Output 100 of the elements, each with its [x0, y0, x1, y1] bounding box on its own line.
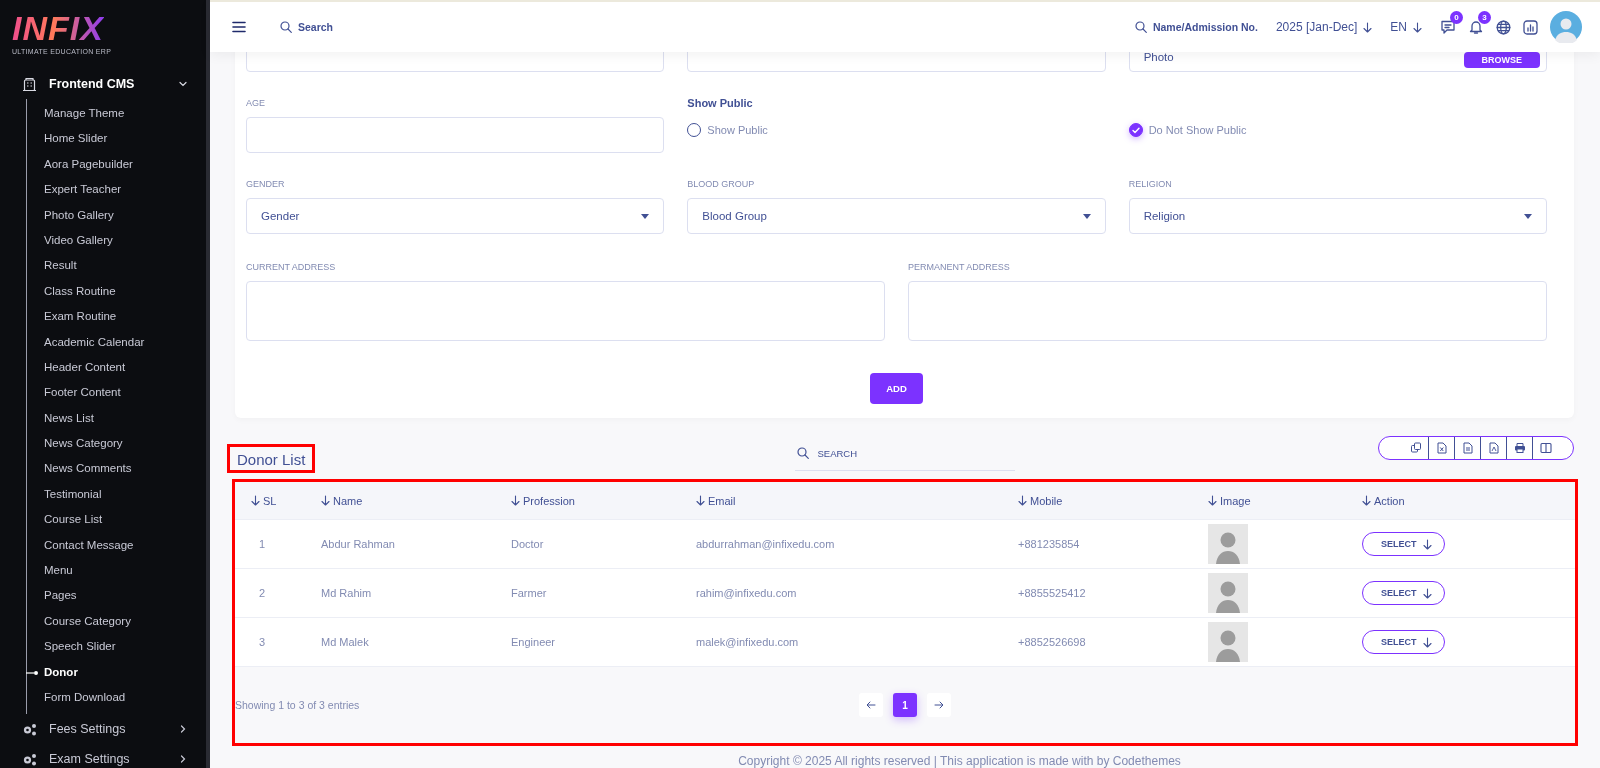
field-label: GENDER	[246, 178, 285, 191]
sidebar-submenu-item[interactable]: Expert Teacher	[27, 177, 206, 203]
arrow-down-icon	[1018, 495, 1027, 506]
copyright-text: Copyright © 2025 All rights reserved | This application is made with by Codethemes	[737, 754, 1182, 768]
chat-icon[interactable]	[1440, 19, 1456, 35]
column-header[interactable]: Image	[1208, 494, 1251, 507]
table-cell: Farmer	[511, 587, 547, 599]
sidebar-submenu-item[interactable]: News List	[27, 405, 206, 432]
chevron-icon	[178, 724, 188, 735]
person-silhouette-image	[1208, 573, 1248, 613]
sidebar-menu-item[interactable]: Frontend CMS	[0, 69, 206, 99]
sidebar-submenu-item[interactable]: Result	[27, 253, 206, 279]
menu-icon[interactable]	[232, 21, 246, 33]
column-header[interactable]: Profession	[511, 494, 575, 507]
table-search-field[interactable]: SEARCH	[794, 436, 1015, 471]
radio-option[interactable]: Show Public	[687, 123, 768, 137]
arrow-down-icon	[1422, 587, 1432, 599]
search-icon	[1134, 21, 1147, 33]
radio-option[interactable]: Do Not Show Public	[1128, 123, 1247, 137]
globe-icon[interactable]	[1496, 19, 1511, 35]
sidebar-submenu-item[interactable]: Aora Pagebuilder	[27, 151, 206, 178]
sidebar-menu-item[interactable]: Fees Settings	[0, 714, 206, 745]
select-button[interactable]: SELECT	[1362, 532, 1445, 556]
arrow-right-icon	[934, 701, 944, 709]
table-cell: Engineer	[511, 636, 556, 648]
page-button[interactable]: 1	[893, 693, 917, 717]
sidebar-submenu-item[interactable]: Manage Theme	[27, 101, 206, 127]
table-cell: +8852526698	[1018, 636, 1086, 648]
browse-button[interactable]: BROWSE	[1463, 52, 1540, 68]
column-header[interactable]: Action	[1362, 494, 1405, 507]
copy-icon[interactable]	[1409, 442, 1422, 454]
student-search-field[interactable]: Name/Admission No.	[1134, 21, 1258, 33]
arrow-down-icon	[1422, 636, 1432, 648]
sidebar-submenu-item[interactable]: Course Category	[27, 608, 206, 635]
person-silhouette-image	[1208, 524, 1248, 564]
select-button[interactable]: SELECT	[1362, 581, 1445, 605]
bell-icon[interactable]	[1468, 19, 1484, 35]
sidebar-submenu-item[interactable]: Home Slider	[27, 126, 206, 152]
arrow-down-icon	[696, 495, 705, 506]
caret-icon	[1082, 213, 1091, 219]
column-header[interactable]: Mobile	[1018, 494, 1063, 507]
dropdown-field[interactable]: Blood Group	[687, 198, 1106, 234]
field-label: CURRENT ADDRESS	[246, 261, 336, 274]
sidebar-submenu-item[interactable]: Form Download	[27, 685, 206, 711]
sidebar-submenu-item[interactable]: Donor	[27, 659, 206, 685]
sidebar-submenu-item[interactable]: Contact Message	[27, 532, 206, 559]
dropdown-field[interactable]: Religion	[1128, 198, 1547, 234]
gears-icon	[22, 721, 37, 737]
pdf-file-icon[interactable]	[1487, 442, 1500, 454]
caret-icon	[1524, 213, 1532, 219]
session-dropdown[interactable]: 2025 [Jan-Dec]	[1275, 20, 1373, 34]
sidebar-submenu-item[interactable]: News Comments	[27, 456, 206, 482]
sidebar-submenu-item[interactable]: Video Gallery	[27, 227, 206, 254]
sidebar-submenu-item[interactable]: Testimonial	[27, 481, 206, 508]
language-dropdown[interactable]: EN	[1390, 20, 1422, 34]
input-field[interactable]	[246, 117, 665, 153]
chart-icon[interactable]	[1523, 19, 1538, 35]
text-file-icon[interactable]	[1461, 442, 1474, 454]
active-marker-icon	[26, 670, 38, 675]
sidebar-submenu-item[interactable]: Menu	[27, 558, 206, 584]
arrow-down-icon	[251, 495, 260, 506]
columns-icon[interactable]	[1540, 442, 1552, 454]
sidebar-submenu-item[interactable]: Photo Gallery	[27, 202, 206, 228]
field-label: Show Public	[687, 96, 753, 110]
column-header[interactable]: Name	[321, 494, 363, 507]
sidebar-submenu-item[interactable]: Header Content	[27, 354, 206, 381]
count-badge: 0	[1450, 11, 1463, 24]
sidebar-submenu-item[interactable]: Footer Content	[27, 380, 206, 406]
textarea-field[interactable]	[246, 281, 885, 341]
sidebar-menu-item[interactable]: Exam Settings	[0, 744, 206, 768]
sidebar-submenu-item[interactable]: Pages	[27, 583, 206, 609]
search-field[interactable]: Search	[280, 21, 334, 33]
field-label: PERMANENT ADDRESS	[908, 261, 1010, 274]
arrow-down-icon	[1363, 21, 1373, 33]
table-cell: Md Malek	[321, 636, 369, 648]
arrow-down-icon	[511, 495, 520, 506]
sidebar-submenu-item[interactable]: News Category	[27, 431, 206, 457]
column-header[interactable]: SL	[251, 494, 277, 507]
add-button[interactable]: ADD	[870, 373, 923, 404]
arrow-left-icon	[866, 701, 876, 709]
sidebar-submenu-item[interactable]: Academic Calendar	[27, 329, 206, 355]
select-button[interactable]: SELECT	[1362, 630, 1445, 654]
spreadsheet-file-icon[interactable]	[1435, 442, 1448, 454]
textarea-field[interactable]	[908, 281, 1547, 341]
dropdown-field[interactable]: Gender	[246, 198, 665, 234]
sidebar-submenu-item[interactable]: Class Routine	[27, 278, 206, 305]
chevron-icon	[178, 79, 188, 89]
section-title: Donor List	[227, 444, 316, 473]
table-cell: rahim@infixedu.com	[696, 587, 797, 599]
sidebar-submenu-item[interactable]: Exam Routine	[27, 304, 206, 330]
table-cell: malek@infixedu.com	[696, 636, 799, 648]
photo-upload-field[interactable]: Photo BROWSE	[1128, 52, 1547, 72]
caret-icon	[641, 213, 650, 219]
sidebar-submenu-item[interactable]: Speech Slider	[27, 634, 206, 660]
print-icon[interactable]	[1513, 442, 1526, 454]
sidebar-submenu-item[interactable]: Course List	[27, 507, 206, 533]
radio-button[interactable]	[1128, 123, 1143, 137]
column-header[interactable]: Email	[696, 494, 736, 507]
building-icon	[22, 76, 37, 92]
table-cell: +881235854	[1018, 538, 1080, 550]
